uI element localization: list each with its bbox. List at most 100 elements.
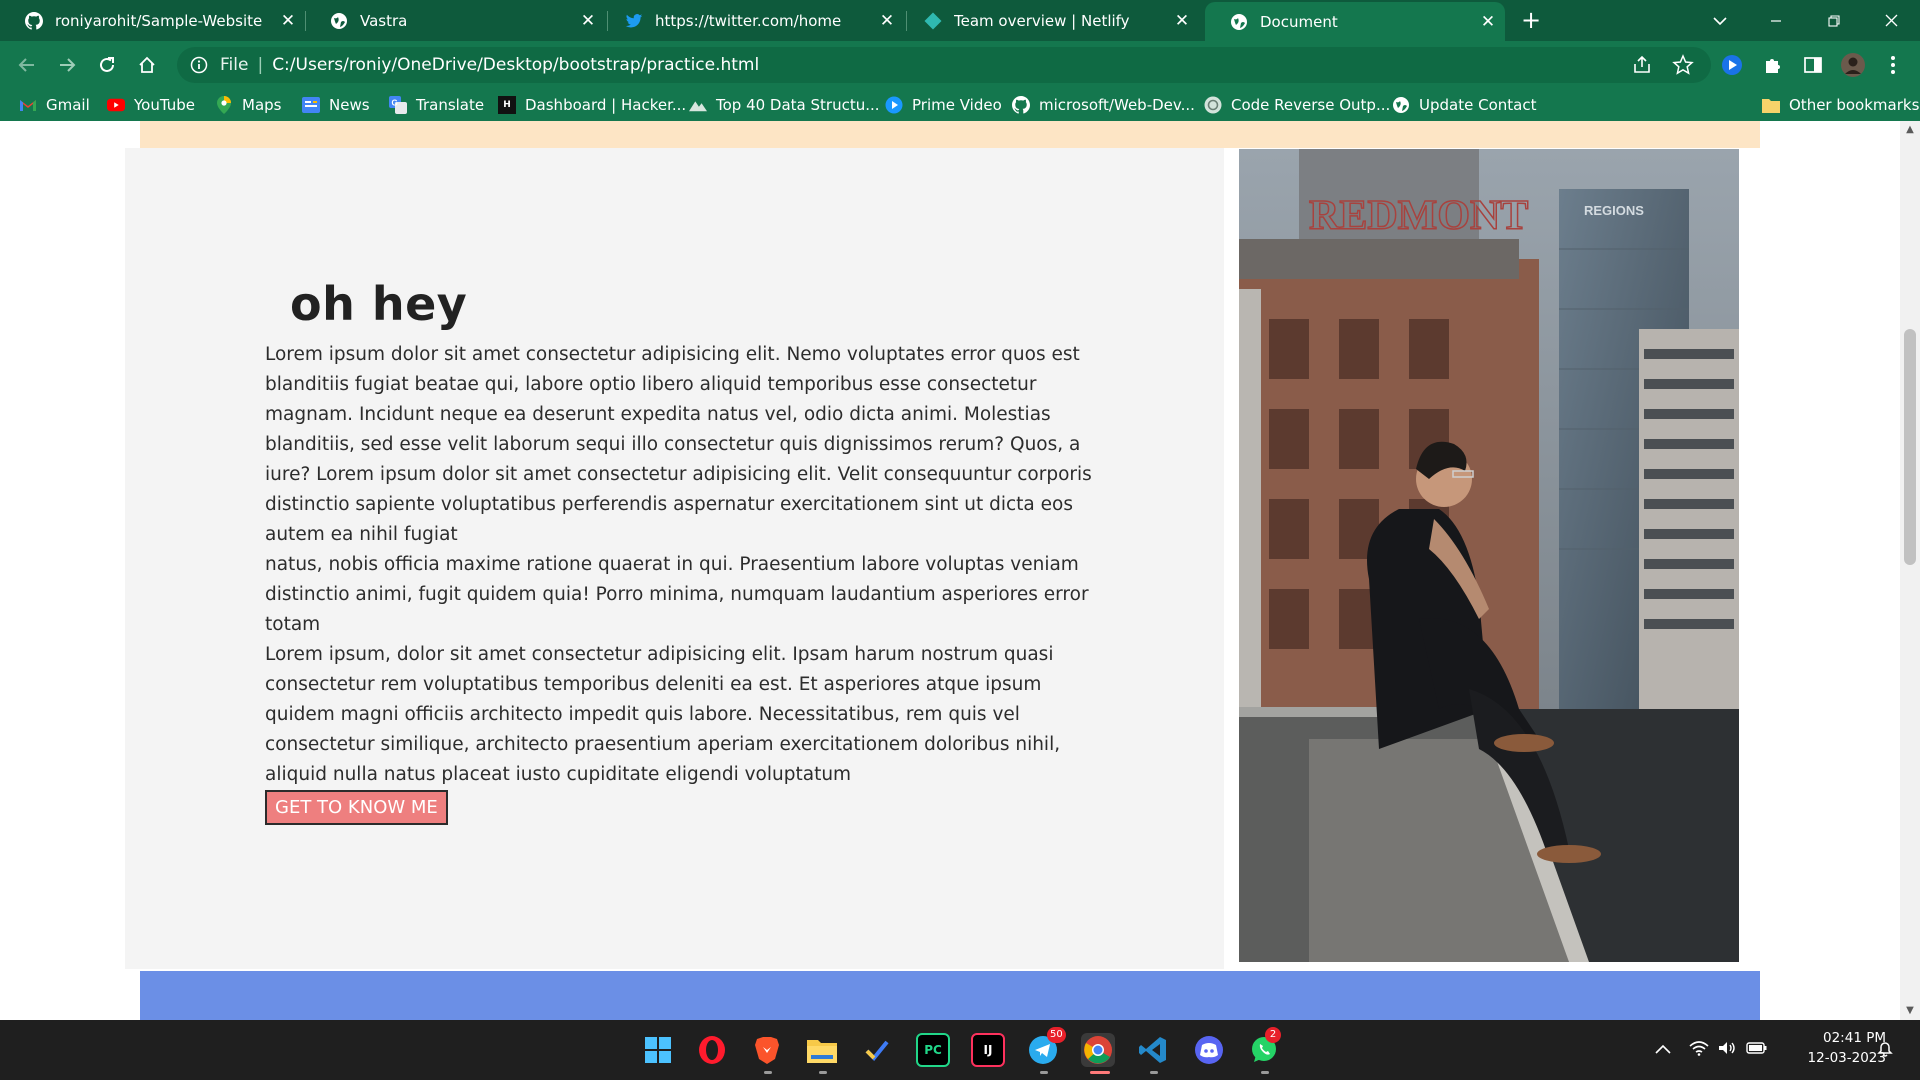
intellij-icon[interactable]: IJ: [971, 1033, 1005, 1067]
show-hidden-icons[interactable]: [1655, 1040, 1671, 1058]
tab-title: https://twitter.com/home: [655, 11, 842, 30]
wifi-icon[interactable]: [1689, 1040, 1709, 1060]
bookmark-label: Other bookmarks: [1789, 96, 1920, 114]
close-icon[interactable]: ✕: [1165, 11, 1199, 31]
star-icon[interactable]: [1672, 54, 1694, 81]
bookmark-news[interactable]: News: [302, 89, 370, 121]
address-bar[interactable]: File | C:/Users/roniy/OneDrive/Desktop/b…: [177, 47, 1711, 83]
tab-title: roniyarohit/Sample-Website: [55, 11, 263, 30]
bookmark-youtube[interactable]: YouTube: [107, 89, 195, 121]
bookmark-top-40[interactable]: Top 40 Data Structu...: [689, 89, 880, 121]
news-icon: [302, 96, 320, 114]
todo-icon[interactable]: [860, 1033, 894, 1067]
globe-icon: [1230, 13, 1248, 31]
mountain-icon: [689, 96, 707, 114]
discord-icon[interactable]: [1192, 1033, 1226, 1067]
about-card: oh hey Lorem ipsum dolor sit amet consec…: [125, 148, 1224, 969]
scrollbar-thumb[interactable]: [1904, 329, 1916, 565]
hackerrank-icon: H: [498, 96, 516, 114]
restore-icon: [1828, 14, 1840, 27]
prime-video-icon: [885, 96, 903, 114]
bookmark-prime-video[interactable]: Prime Video: [885, 89, 1002, 121]
twitter-icon: [625, 12, 643, 30]
pycharm-icon[interactable]: PC: [916, 1033, 950, 1067]
maps-icon: [215, 96, 233, 114]
bookmark-hackerrank[interactable]: H Dashboard | Hacker...: [498, 89, 686, 121]
bookmark-label: microsoft/Web-Dev...: [1039, 96, 1195, 114]
tab-document-active[interactable]: Document ✕: [1205, 2, 1505, 41]
back-button[interactable]: [11, 49, 43, 81]
tab-title: Vastra: [360, 11, 408, 30]
chatgpt-icon: [1204, 96, 1222, 114]
scroll-down-icon[interactable]: ▼: [1900, 1002, 1920, 1020]
reload-button[interactable]: [91, 49, 123, 81]
minimize-icon: [1771, 19, 1781, 22]
tab-title: Document: [1260, 12, 1338, 31]
home-icon: [139, 56, 155, 73]
new-tab-button[interactable]: +: [1516, 6, 1546, 36]
about-paragraph: Lorem ipsum, dolor sit amet consectetur …: [265, 644, 1061, 785]
minimize-button[interactable]: [1748, 0, 1804, 41]
battery-icon[interactable]: [1746, 1040, 1768, 1060]
share-icon[interactable]: [1631, 54, 1653, 81]
address-divider: |: [257, 55, 264, 75]
extension-play-icon[interactable]: [1718, 51, 1746, 79]
close-window-button[interactable]: [1863, 0, 1919, 41]
forward-button[interactable]: [51, 49, 83, 81]
translate-icon: G: [389, 96, 407, 114]
svg-text:G: G: [392, 99, 398, 108]
file-scheme-label: File: [220, 55, 249, 75]
bookmarks-bar: Gmail YouTube Maps News G Translate H Da…: [0, 89, 1920, 121]
bookmark-translate[interactable]: G Translate: [389, 89, 484, 121]
opera-icon[interactable]: [695, 1033, 729, 1067]
bookmark-label: Prime Video: [912, 96, 1002, 114]
windows-start-icon[interactable]: [641, 1033, 675, 1067]
running-indicator: [764, 1071, 772, 1074]
tab-search-button[interactable]: [1692, 0, 1748, 41]
url-text[interactable]: C:/Users/roniy/OneDrive/Desktop/bootstra…: [272, 55, 759, 75]
rooftop-man-photo: REGIONS REDMONT: [1239, 149, 1739, 962]
close-icon: [1885, 14, 1897, 27]
more-menu-icon[interactable]: [1879, 51, 1907, 79]
tab-vastra[interactable]: Vastra ✕: [305, 0, 605, 41]
running-indicator: [1040, 1071, 1048, 1074]
system-clock[interactable]: 02:41 PM 12-03-2023: [1786, 1028, 1886, 1068]
bookmark-update-contact[interactable]: Update Contact: [1392, 89, 1536, 121]
clock-time: 02:41 PM: [1823, 1030, 1886, 1046]
page-viewport: oh hey Lorem ipsum dolor sit amet consec…: [0, 121, 1900, 1020]
site-info-icon[interactable]: [188, 54, 210, 76]
globe-icon: [330, 12, 348, 30]
running-indicator: [1261, 1071, 1269, 1074]
tab-twitter[interactable]: https://twitter.com/home ✕: [600, 0, 904, 41]
bookmark-gmail[interactable]: Gmail: [19, 89, 90, 121]
tab-github-sample-website[interactable]: roniyarohit/Sample-Website ✕: [0, 0, 305, 41]
profile-avatar[interactable]: [1839, 51, 1867, 79]
close-icon[interactable]: ✕: [1471, 12, 1505, 32]
get-to-know-me-button[interactable]: GET TO KNOW ME: [265, 790, 448, 825]
notifications-icon[interactable]: [1876, 1040, 1894, 1062]
bookmark-label: Dashboard | Hacker...: [525, 96, 687, 114]
blue-section-edge: [140, 971, 1760, 1020]
page-scrollbar[interactable]: ▲ ▼: [1900, 121, 1920, 1020]
home-button[interactable]: [131, 49, 163, 81]
bookmark-microsoft-web-dev[interactable]: microsoft/Web-Dev...: [1012, 89, 1195, 121]
extensions-puzzle-icon[interactable]: [1759, 51, 1787, 79]
restore-button[interactable]: [1806, 0, 1862, 41]
tab-netlify[interactable]: Team overview | Netlify ✕: [899, 0, 1199, 41]
file-explorer-icon[interactable]: [805, 1033, 839, 1067]
scroll-up-icon[interactable]: ▲: [1900, 121, 1920, 139]
active-indicator: [1090, 1071, 1110, 1074]
bookmark-label: YouTube: [134, 96, 195, 114]
bookmark-other-bookmarks[interactable]: Other bookmarks: [1762, 89, 1919, 121]
chrome-icon[interactable]: [1081, 1033, 1115, 1067]
brave-icon[interactable]: [750, 1033, 784, 1067]
bookmark-maps[interactable]: Maps: [215, 89, 281, 121]
bookmark-code-reverse[interactable]: Code Reverse Outp...: [1204, 89, 1390, 121]
windows-taskbar: PC IJ 50 2 02:41 PM 12-03-2023: [0, 1020, 1920, 1080]
about-heading: oh hey: [290, 277, 468, 331]
vscode-icon[interactable]: [1136, 1033, 1170, 1067]
volume-icon[interactable]: [1717, 1040, 1737, 1060]
folder-icon: [1762, 96, 1780, 114]
side-panel-icon[interactable]: [1799, 51, 1827, 79]
close-icon[interactable]: ✕: [271, 11, 305, 31]
